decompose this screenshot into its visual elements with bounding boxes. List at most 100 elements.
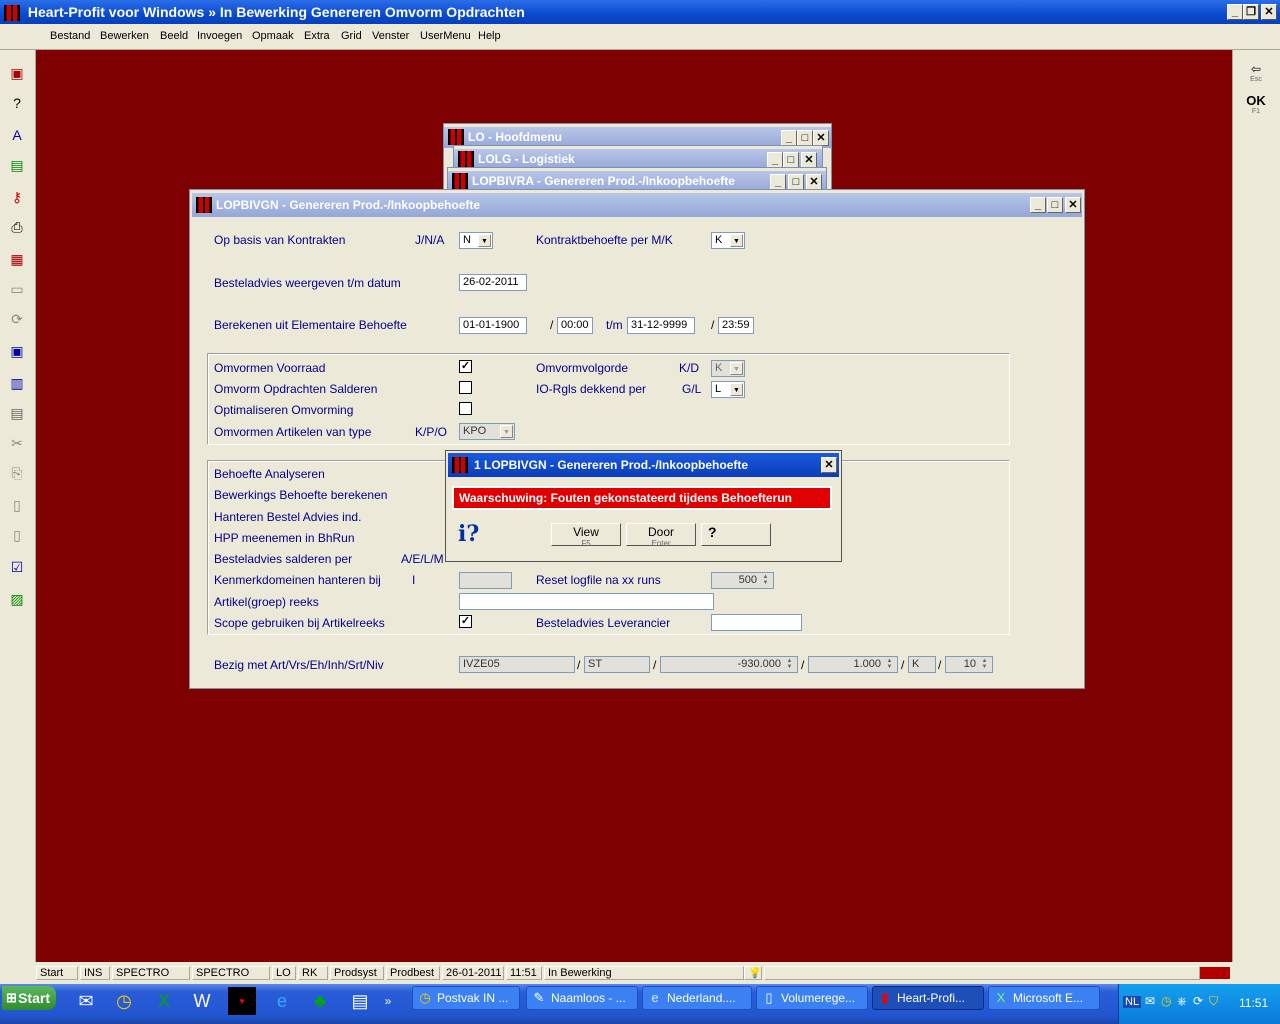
menu-venster[interactable]: Venster: [372, 30, 409, 42]
view-button[interactable]: View F5: [551, 523, 621, 548]
task-volumerege[interactable]: ▯ Volumerege...: [756, 986, 868, 1010]
language-indicator[interactable]: NL: [1123, 996, 1142, 1008]
esc-button[interactable]: ⇦ Esc: [1241, 62, 1271, 84]
minimize-button[interactable]: _: [781, 130, 797, 146]
internet-explorer-icon[interactable]: e: [268, 987, 296, 1015]
omv-artikelen-select[interactable]: KPO ▼: [459, 423, 515, 440]
tray-sync-icon[interactable]: ⟳: [1193, 994, 1203, 1008]
kenmerk-input[interactable]: [459, 572, 512, 589]
clock[interactable]: 11:51: [1239, 996, 1268, 1010]
outlook-express-icon[interactable]: ✉: [72, 987, 100, 1015]
font-icon[interactable]: A: [8, 126, 26, 144]
heart-profit-icon[interactable]: ♥: [228, 987, 256, 1015]
menu-bewerken[interactable]: Bewerken: [100, 30, 149, 42]
door-button[interactable]: Door Enter: [626, 523, 696, 548]
clipboard-icon[interactable]: ▯: [8, 526, 26, 544]
maximize-button[interactable]: □: [1047, 197, 1063, 213]
cut-icon[interactable]: ✂: [8, 434, 26, 452]
menu-grid[interactable]: Grid: [341, 30, 362, 42]
print-icon[interactable]: ⎙: [8, 218, 26, 236]
omv-volgorde-label: Omvormvolgorde: [536, 361, 629, 375]
close-button[interactable]: ✕: [806, 174, 822, 190]
import-icon[interactable]: ▤: [8, 156, 26, 174]
form-icon[interactable]: ▦: [8, 250, 26, 268]
optimaliseren-checkbox[interactable]: [459, 402, 472, 415]
help-icon[interactable]: ?: [8, 94, 26, 112]
op-basis-select[interactable]: N ▼: [459, 232, 493, 249]
ber-to-time-input[interactable]: 23:59: [718, 317, 754, 334]
bezig-srt-field: K: [908, 656, 936, 673]
ber-from-time-input[interactable]: 00:00: [557, 317, 593, 334]
io-rgls-select[interactable]: L ▼: [711, 381, 745, 398]
menu-help[interactable]: Help: [478, 30, 501, 42]
excel-icon[interactable]: X: [150, 987, 178, 1015]
tray-outlook-icon[interactable]: ◷: [1161, 994, 1171, 1008]
paste-icon[interactable]: ▯: [8, 496, 26, 514]
tray-shield-icon[interactable]: ⛉: [1209, 994, 1218, 1009]
window-title: LO - Hoofdmenu: [468, 130, 562, 144]
besteladvies-lev-input[interactable]: [711, 614, 802, 631]
check-list-icon[interactable]: ☑: [8, 558, 26, 576]
kontrakt-select[interactable]: K ▼: [711, 232, 745, 249]
task-postvak[interactable]: ◷ Postvak IN ...: [412, 986, 520, 1010]
grid-icon[interactable]: ▭: [8, 280, 26, 298]
reset-stepper[interactable]: 500 ▲ ▼: [711, 572, 774, 589]
scope-checkbox[interactable]: ✓: [459, 615, 472, 628]
close-button[interactable]: ✕: [813, 130, 829, 146]
ber-to-date-input[interactable]: 31-12-9999: [627, 317, 695, 334]
restore-button[interactable]: ❐: [1243, 4, 1259, 20]
dialog-close-button[interactable]: ✕: [821, 457, 837, 473]
minimize-button[interactable]: _: [767, 152, 783, 168]
kpo-label: K/P/O: [415, 425, 448, 439]
minimize-button[interactable]: _: [770, 174, 786, 190]
menu-invoegen[interactable]: Invoegen: [197, 30, 242, 42]
menu-opmaak[interactable]: Opmaak: [252, 30, 294, 42]
task-naamloos[interactable]: ✎ Naamloos - ...: [526, 986, 638, 1010]
tree-icon[interactable]: ♣: [306, 987, 334, 1015]
maximize-button[interactable]: □: [788, 174, 804, 190]
task-excel[interactable]: X Microsoft E...: [988, 986, 1100, 1010]
menu-bestand[interactable]: Bestand: [50, 30, 90, 42]
chevron-icon[interactable]: »: [380, 987, 396, 1015]
artikelgroep-input[interactable]: [459, 593, 714, 610]
tray-mail-icon[interactable]: ✉: [1145, 994, 1155, 1008]
word-icon[interactable]: W: [188, 987, 216, 1015]
menu-usermenu[interactable]: UserMenu: [420, 30, 471, 42]
omv-volgorde-select[interactable]: K ▼: [711, 360, 745, 377]
image-icon[interactable]: ▨: [8, 590, 26, 608]
status-indicator-icon: [1200, 967, 1230, 979]
window-title: LOLG - Logistiek: [478, 152, 575, 166]
start-button[interactable]: ⊞ Start: [2, 986, 56, 1010]
minimize-button[interactable]: _: [1227, 4, 1243, 20]
besteladvies-date-input[interactable]: 26-02-2011: [459, 274, 527, 291]
close-button[interactable]: ✕: [1261, 4, 1277, 20]
task-nederland[interactable]: e Nederland....: [642, 986, 752, 1010]
tray-network-icon[interactable]: ⎈: [1177, 994, 1187, 1009]
close-button[interactable]: ✕: [801, 152, 817, 168]
window-icon[interactable]: ▣: [8, 64, 26, 82]
ok-button[interactable]: OK F1: [1241, 94, 1271, 116]
refresh-icon[interactable]: ⟳: [8, 310, 26, 328]
help-button[interactable]: ?: [701, 523, 771, 546]
close-button[interactable]: ✕: [1065, 197, 1081, 213]
document-icon[interactable]: ▤: [346, 987, 374, 1015]
minimize-button[interactable]: _: [1030, 197, 1046, 213]
omv-salderen-checkbox[interactable]: [459, 381, 472, 394]
system-tray: NL ✉ ◷ ⎈ ⟳ ⛉ 11:51: [1118, 984, 1280, 1024]
copy-icon[interactable]: ⎘: [8, 464, 26, 482]
edit-icon[interactable]: ▣: [8, 342, 26, 360]
maximize-button[interactable]: □: [783, 152, 799, 168]
spin-arrows-icon[interactable]: ▲ ▼: [759, 574, 772, 587]
maximize-button[interactable]: □: [797, 130, 813, 146]
menu-beeld[interactable]: Beeld: [160, 30, 188, 42]
menu-extra[interactable]: Extra: [304, 30, 330, 42]
right-toolbar: ⇦ Esc OK F1: [1232, 50, 1280, 962]
outlook-icon[interactable]: ◷: [110, 987, 138, 1015]
omv-voorraad-checkbox[interactable]: ✓: [459, 360, 472, 373]
key-icon[interactable]: ⚷: [8, 188, 26, 206]
task-heart-profit[interactable]: ▮ Heart-Profi...: [872, 986, 984, 1010]
view-key-label: F5: [581, 539, 591, 548]
list-icon[interactable]: ▤: [8, 404, 26, 422]
chart-icon[interactable]: ▥: [8, 374, 26, 392]
ber-from-date-input[interactable]: 01-01-1900: [459, 317, 527, 334]
